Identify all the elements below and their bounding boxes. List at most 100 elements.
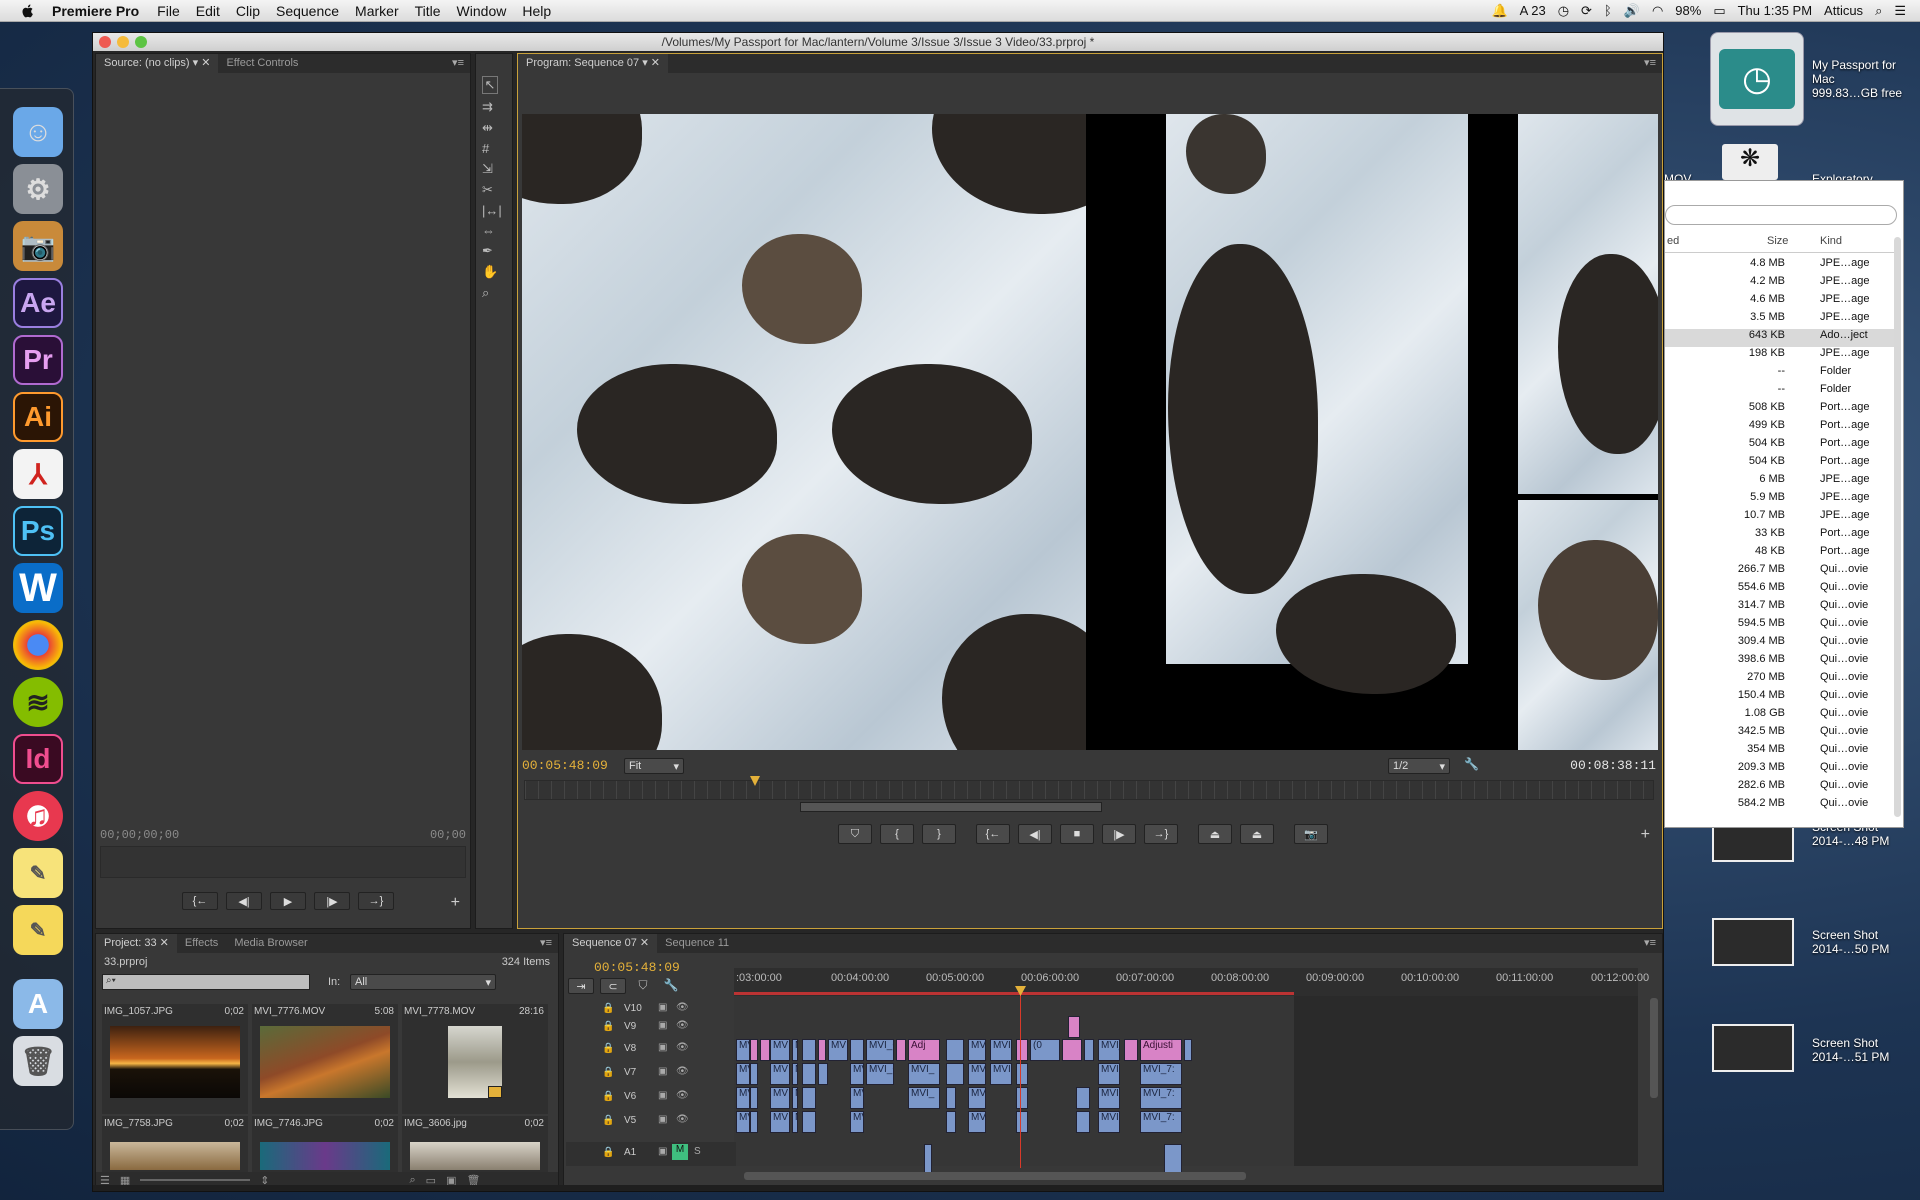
finder-row[interactable]: 3.5 MB JPE…age [1665,311,1895,329]
timeline-clip[interactable] [750,1087,758,1109]
export-frame-camera-icon[interactable]: 📷 [1294,824,1328,844]
add-marker-button[interactable]: ⛉ [838,824,872,844]
toggle-output-icon[interactable]: ▣ [658,1042,667,1053]
apple-icon[interactable] [18,3,38,19]
track-select-tool-icon[interactable]: ⇉ [482,99,502,115]
timeline-settings-icon[interactable]: 🔧 [660,978,682,994]
menu-edit[interactable]: Edit [196,3,220,19]
timeline-clip[interactable]: MV [828,1039,848,1061]
finder-row[interactable]: 554.6 MB Qui…ovie [1665,581,1895,599]
drive-icon[interactable]: ◷ [1710,32,1804,126]
timeline-clip[interactable]: MVI [990,1063,1012,1085]
timeline-clip[interactable] [896,1039,906,1061]
track-header[interactable]: 🔒 A1 ▣ M S [566,1142,736,1166]
timeline-clip[interactable] [946,1063,964,1085]
timeline-clip[interactable]: MVI_ [908,1063,940,1085]
timeline-clip[interactable]: MVI [968,1111,986,1133]
finder-row[interactable]: 33 KB Port…age [1665,527,1895,545]
timeline-clip[interactable]: MV [792,1063,798,1085]
mark-in-button[interactable]: {← [182,892,218,910]
finder-row[interactable]: 209.3 MB Qui…ovie [1665,761,1895,779]
slide-tool-icon[interactable]: ⇔ [482,223,502,238]
tab-effects[interactable]: Effects [177,934,226,953]
settings-wrench-icon[interactable]: 🔧 [1464,757,1479,771]
step-back-button[interactable]: ◀| [226,892,262,910]
track-header[interactable]: 🔒 V5 ▣ 👁 [566,1110,736,1134]
zoom-tool-icon[interactable]: ⌕ [482,285,502,301]
date-column-header[interactable]: ed [1667,235,1679,247]
resolution-select[interactable]: 1/2 ▾ [1388,758,1450,774]
pen-tool-icon[interactable]: ✒ [482,243,502,259]
program-playhead-timecode[interactable]: 00:05:48:09 [522,758,608,773]
timeline-clip[interactable]: MV [736,1039,750,1061]
stop-button[interactable]: ■ [1060,824,1094,844]
lock-icon[interactable]: 🔒 [602,1091,614,1102]
tab-source[interactable]: Source: (no clips) ▾ ✕ [96,54,219,73]
finder-row[interactable]: 10.7 MB JPE…age [1665,509,1895,527]
finder-row[interactable]: 1.08 GB Qui…ovie [1665,707,1895,725]
wifi-icon[interactable]: ◠ [1652,3,1663,19]
timeline-clip[interactable]: MV [736,1063,750,1085]
timeline-clip[interactable]: MV [736,1087,750,1109]
time-machine-icon[interactable]: ◷ [1558,3,1569,19]
finder-row[interactable]: 314.7 MB Qui…ovie [1665,599,1895,617]
timeline-clip[interactable]: MV [792,1087,798,1109]
finder-row[interactable]: 150.4 MB Qui…ovie [1665,689,1895,707]
lock-icon[interactable]: 🔒 [602,1021,614,1032]
slip-tool-icon[interactable]: |↔| [482,203,502,218]
timeline-clip[interactable] [946,1111,956,1133]
timeline-clip[interactable]: Adjusti [1140,1039,1182,1061]
finder-row[interactable]: 342.5 MB Qui…ovie [1665,725,1895,743]
go-to-in-button[interactable]: {← [976,824,1010,844]
program-zoom-scrollbar[interactable] [800,802,1102,812]
timeline-clip[interactable] [946,1039,964,1061]
timeline-clip[interactable] [802,1111,816,1133]
track-header[interactable]: 🔒 V7 ▣ 👁 [566,1062,736,1086]
volume-icon[interactable]: 🔊 [1624,3,1640,19]
timeline-clip[interactable]: MVI [968,1063,986,1085]
selection-tool-icon[interactable]: ↖ [482,76,498,94]
screenshot-thumb[interactable] [1712,1024,1794,1072]
timeline-clip[interactable] [818,1039,826,1061]
finder-row[interactable]: 398.6 MB Qui…ovie [1665,653,1895,671]
lock-icon[interactable]: 🔒 [602,1043,614,1054]
timeline-clip[interactable]: MV [770,1039,790,1061]
finder-row[interactable]: -- Folder [1665,383,1895,401]
project-search-input[interactable]: ⌕▾ [102,974,310,990]
adobe-status[interactable]: A 23 [1520,3,1546,18]
battery-percent[interactable]: 98% [1675,3,1701,18]
timeline-clip[interactable] [1016,1087,1028,1109]
timeline-clip[interactable] [1016,1063,1028,1085]
finder-row[interactable]: 584.2 MB Qui…ovie [1665,797,1895,815]
photoshop-icon[interactable]: Ps [13,506,63,556]
timeline-clip[interactable]: MV [736,1111,750,1133]
applications-folder-icon[interactable]: A [13,979,63,1029]
kind-column-header[interactable]: Kind [1820,235,1842,247]
finder-search-field[interactable] [1665,205,1897,225]
finder-row[interactable]: 4.6 MB JPE…age [1665,293,1895,311]
lift-button[interactable]: ⏏ [1198,824,1232,844]
tab-media-browser[interactable]: Media Browser [226,934,315,953]
timeline-clip[interactable]: MV [850,1087,864,1109]
step-back-button[interactable]: ◀| [1018,824,1052,844]
finder-row[interactable]: 266.7 MB Qui…ovie [1665,563,1895,581]
tab-sequence-11[interactable]: Sequence 11 [657,934,737,953]
timeline-clip[interactable]: MVI [1098,1063,1120,1085]
finder-row[interactable]: 643 KB Ado…ject [1665,329,1895,347]
finder-row[interactable]: 309.4 MB Qui…ovie [1665,635,1895,653]
eye-icon[interactable]: 👁 [676,1020,689,1031]
spotlight-icon[interactable]: ⌕ [1875,3,1882,19]
lock-icon[interactable]: 🔒 [602,1003,614,1014]
finder-row[interactable]: 198 KB JPE…age [1665,347,1895,365]
mute-button[interactable]: M [672,1144,688,1160]
tab-project[interactable]: Project: 33 ✕ [96,934,177,953]
minimize-button[interactable] [117,36,129,48]
timeline-clip[interactable]: MVI_ [908,1087,940,1109]
lock-icon[interactable]: 🔒 [602,1115,614,1126]
finder-row[interactable]: 508 KB Port…age [1665,401,1895,419]
timeline-clip[interactable]: MV [792,1039,798,1061]
tab-program[interactable]: Program: Sequence 07 ▾ ✕ [518,54,668,73]
notes-icon[interactable]: ✎ [13,905,63,955]
timeline-clip[interactable] [1184,1039,1192,1061]
finder-row[interactable]: 594.5 MB Qui…ovie [1665,617,1895,635]
